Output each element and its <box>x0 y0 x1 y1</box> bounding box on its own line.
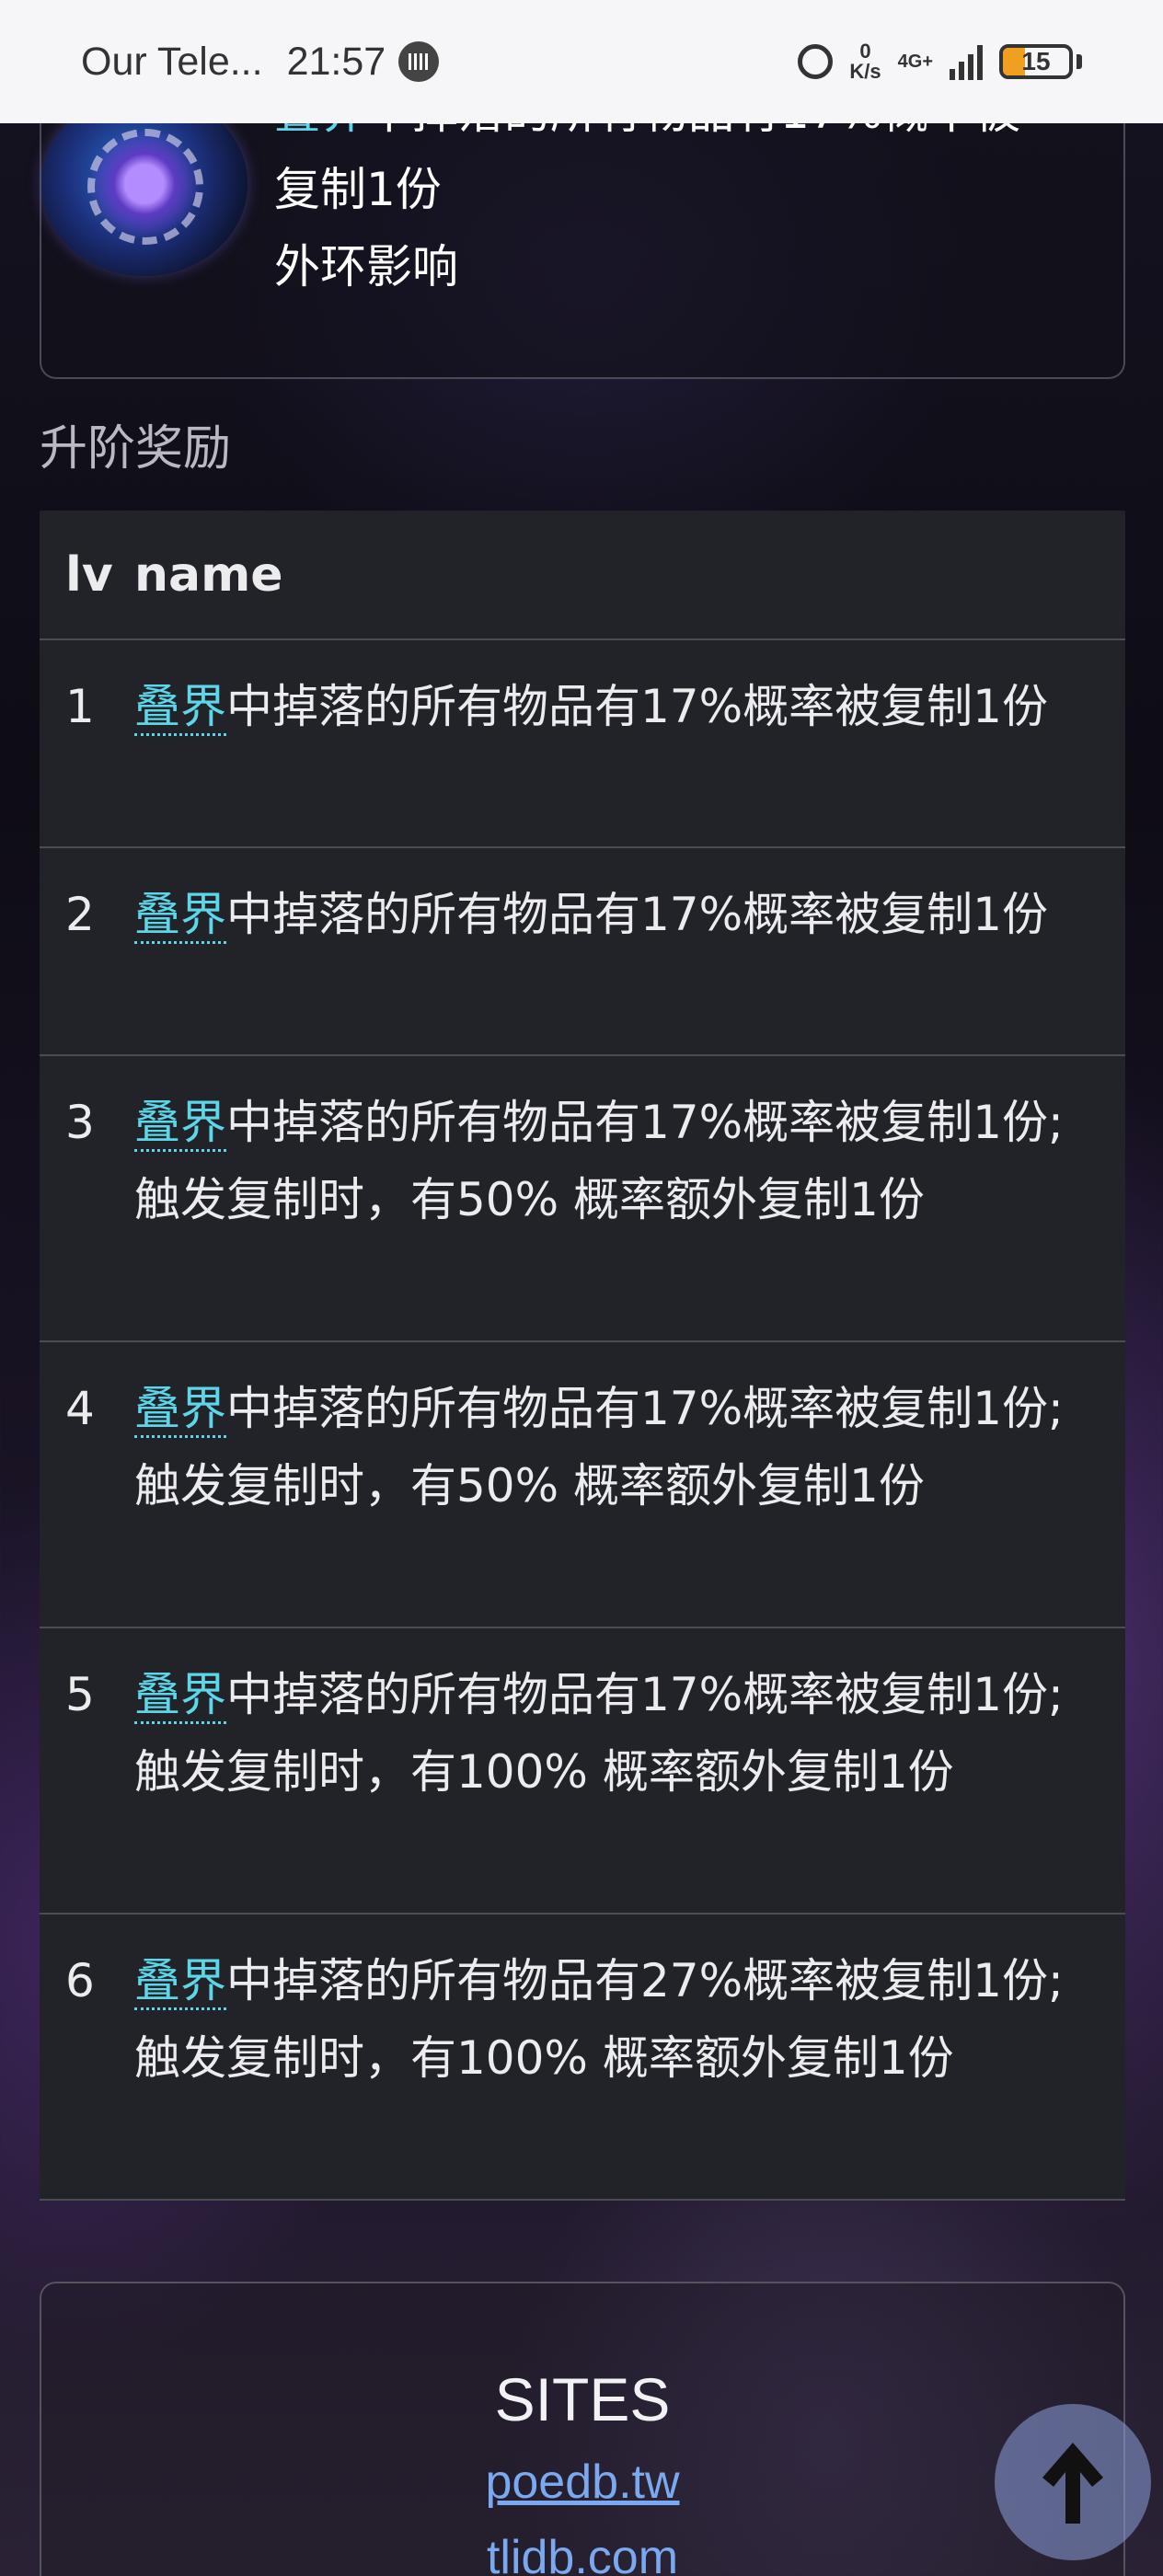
network-speed: 0 K/s <box>849 41 881 82</box>
row-lv: 6 <box>40 1914 133 2201</box>
header-lv: lv <box>40 511 133 640</box>
keyword-link[interactable]: 叠界 <box>134 1096 226 1152</box>
keyword-link[interactable]: 叠界 <box>134 1382 226 1438</box>
table-row: 5 叠界中掉落的所有物品有17%概率被复制1份;触发复制时，有100% 概率额外… <box>40 1627 1125 1915</box>
status-bar: Our Tele... 21:57 0 K/s 4G+ 15 <box>0 0 1163 123</box>
signal-icon <box>950 43 983 80</box>
network-speed-unit: K/s <box>849 60 881 83</box>
row-lv: 1 <box>40 639 133 848</box>
keyword-link[interactable]: 叠界 <box>134 1954 226 2010</box>
table-row: 4 叠界中掉落的所有物品有17%概率被复制1份;触发复制时，有50% 概率额外复… <box>40 1341 1125 1628</box>
carrier-name: Our Tele... <box>81 39 263 84</box>
header-name: name <box>133 511 1125 640</box>
row-name: 叠界中掉落的所有物品有17%概率被复制1份 <box>133 847 1125 1056</box>
battery-level: 15 <box>1021 47 1051 75</box>
row-lv: 4 <box>40 1341 133 1628</box>
buff-line-2: 复制1份 <box>274 163 442 216</box>
row-name: 叠界中掉落的所有物品有27%概率被复制1份;触发复制时，有100% 概率额外复制… <box>133 1914 1125 2201</box>
row-name: 叠界中掉落的所有物品有17%概率被复制1份;触发复制时，有100% 概率额外复制… <box>133 1627 1125 1915</box>
alarm-icon <box>798 44 834 79</box>
upgrade-rewards-table: lv name 1 叠界中掉落的所有物品有17%概率被复制1份 2 叠界中掉落的… <box>40 511 1125 2201</box>
network-speed-value: 0 <box>859 40 871 63</box>
sites-title: SITES <box>494 2365 671 2433</box>
site-link-poedb[interactable]: poedb.tw <box>41 2455 1123 2510</box>
audio-recording-icon <box>398 41 440 82</box>
sites-card: SITES poedb.tw tlidb.com <box>40 2282 1125 2576</box>
table-row: 1 叠界中掉落的所有物品有17%概率被复制1份 <box>40 639 1125 848</box>
section-title: 升阶奖励 <box>40 421 232 477</box>
row-lv: 5 <box>40 1627 133 1915</box>
table-row: 6 叠界中掉落的所有物品有27%概率被复制1份;触发复制时，有100% 概率额外… <box>40 1914 1125 2201</box>
row-name: 叠界中掉落的所有物品有17%概率被复制1份 <box>133 639 1125 848</box>
keyword-link[interactable]: 叠界 <box>134 888 226 944</box>
battery-tip <box>1077 54 1082 69</box>
buff-line-3: 外环影响 <box>274 240 458 293</box>
arrow-up-icon <box>1042 2443 1103 2524</box>
keyword-link[interactable]: 叠界 <box>134 680 226 736</box>
battery-icon: 15 <box>999 44 1073 79</box>
row-lv: 2 <box>40 847 133 1056</box>
status-icons: 0 K/s 4G+ 15 <box>798 41 1082 82</box>
network-type: 4G+ <box>897 52 933 72</box>
row-name: 叠界中掉落的所有物品有17%概率被复制1份;触发复制时，有50% 概率额外复制1… <box>133 1341 1125 1628</box>
table-header-row: lv name <box>40 511 1125 640</box>
table-row: 2 叠界中掉落的所有物品有17%概率被复制1份 <box>40 847 1125 1056</box>
keyword-link[interactable]: 叠界 <box>134 1668 226 1724</box>
clock: 21:57 <box>286 39 386 84</box>
row-name: 叠界中掉落的所有物品有17%概率被复制1份;触发复制时，有50% 概率额外复制1… <box>133 1055 1125 1342</box>
row-lv: 3 <box>40 1055 133 1342</box>
site-link-tlidb[interactable]: tlidb.com <box>41 2530 1123 2576</box>
table-row: 3 叠界中掉落的所有物品有17%概率被复制1份;触发复制时，有50% 概率额外复… <box>40 1055 1125 1342</box>
scroll-to-top-button[interactable] <box>995 2404 1151 2560</box>
